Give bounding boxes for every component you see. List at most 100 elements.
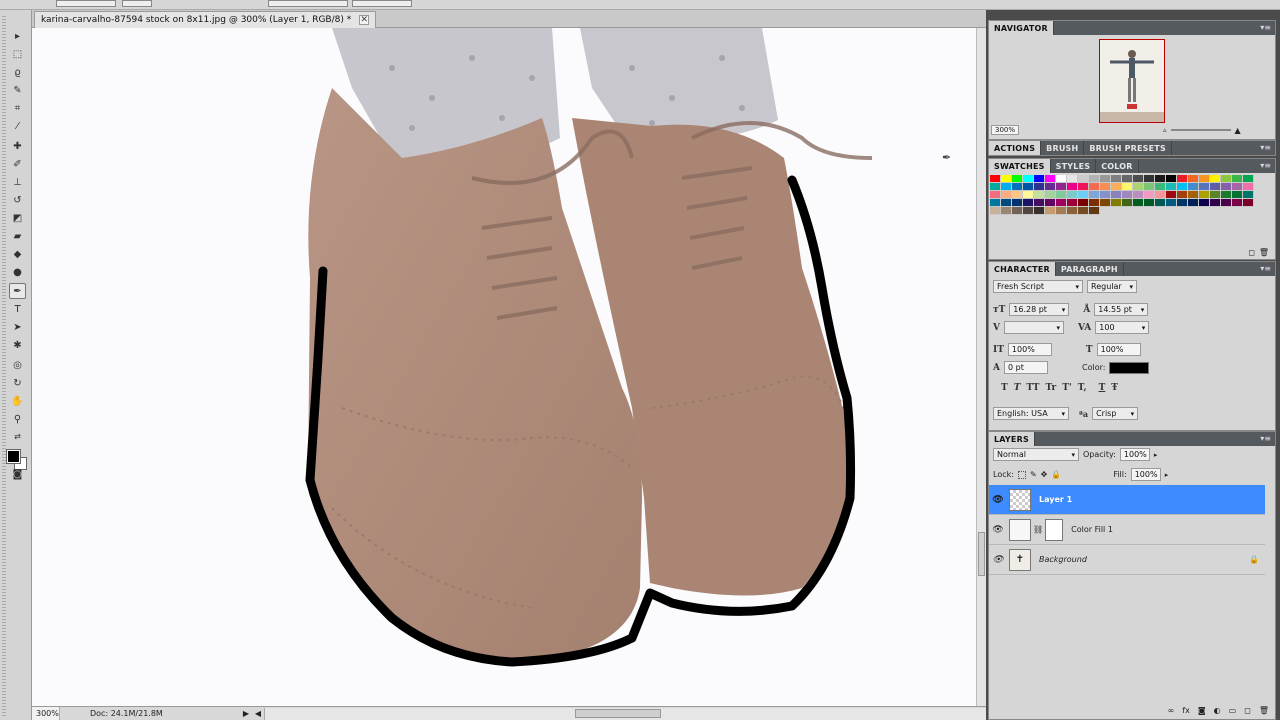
swatch-cell[interactable]	[1188, 175, 1199, 183]
swatch-cell[interactable]	[1045, 175, 1056, 183]
eraser-tool-icon[interactable]: ◩	[9, 210, 26, 226]
tab-paragraph[interactable]: PARAGRAPH	[1056, 262, 1124, 276]
font-family-select[interactable]: Fresh Script ▾	[993, 280, 1083, 293]
dodge-tool-icon[interactable]: ●	[9, 264, 26, 280]
swatch-cell[interactable]	[1056, 207, 1067, 215]
swatch-cell[interactable]	[1122, 191, 1133, 199]
healing-brush-tool-icon[interactable]: ✚	[9, 138, 26, 154]
visibility-eye-icon[interactable]: 👁	[989, 495, 1007, 505]
swatch-cell[interactable]	[1034, 183, 1045, 191]
swatch-cell[interactable]	[1221, 183, 1232, 191]
swatch-cell[interactable]	[990, 191, 1001, 199]
swatch-cell[interactable]	[1144, 191, 1155, 199]
swatch-cell[interactable]	[1133, 183, 1144, 191]
swatch-cell[interactable]	[1023, 207, 1034, 215]
tracking-select[interactable]: 100 ▾	[1095, 321, 1150, 334]
swatch-cell[interactable]	[1100, 191, 1111, 199]
swatch-cell[interactable]	[1012, 199, 1023, 207]
swatch-cell[interactable]	[1232, 175, 1243, 183]
swatch-cell[interactable]	[1177, 191, 1188, 199]
tab-color[interactable]: COLOR	[1096, 159, 1139, 173]
document-canvas[interactable]: ✒	[32, 28, 976, 706]
swatch-cell[interactable]	[1078, 191, 1089, 199]
tab-brush[interactable]: BRUSH	[1041, 141, 1085, 155]
swatch-cell[interactable]	[1221, 191, 1232, 199]
swatch-cell[interactable]	[1177, 183, 1188, 191]
tab-character[interactable]: CHARACTER	[989, 262, 1056, 276]
new-swatch-icon[interactable]: ◻	[1248, 248, 1255, 257]
quick-mask-icon[interactable]: ◙	[9, 466, 26, 482]
antialias-select[interactable]: Crisp ▾	[1092, 407, 1139, 420]
lock-transparency-icon[interactable]	[1017, 470, 1026, 479]
panel-menu-icon[interactable]: ▾≡	[1260, 23, 1271, 32]
faux-bold-button[interactable]: T	[1001, 383, 1008, 393]
swatch-cell[interactable]	[1056, 191, 1067, 199]
swatch-cell[interactable]	[1243, 191, 1254, 199]
swatch-cell[interactable]	[1199, 199, 1210, 207]
swatch-cell[interactable]	[1166, 191, 1177, 199]
adjustment-layer-icon[interactable]: ◐	[1214, 706, 1221, 715]
eyedropper-tool-icon[interactable]: ⁄	[9, 118, 26, 134]
swatch-cell[interactable]	[1144, 175, 1155, 183]
status-menu-arrow-icon[interactable]: ▶	[240, 709, 252, 718]
swatch-cell[interactable]	[1243, 175, 1254, 183]
horizontal-scale-field[interactable]: 100%	[1096, 343, 1141, 356]
hand-tool-icon[interactable]: ✋	[9, 393, 26, 409]
scroll-left-icon[interactable]: ◀	[252, 709, 264, 718]
swatch-cell[interactable]	[1232, 199, 1243, 207]
swatch-cell[interactable]	[1166, 183, 1177, 191]
swatch-cell[interactable]	[1056, 199, 1067, 207]
swatch-cell[interactable]	[1012, 183, 1023, 191]
swatch-cell[interactable]	[1144, 183, 1155, 191]
options-path-ops[interactable]	[352, 0, 412, 7]
swatch-cell[interactable]	[1243, 199, 1254, 207]
all-caps-button[interactable]: TT	[1026, 383, 1039, 393]
shape-tool-icon[interactable]: ✱	[9, 337, 26, 353]
swatch-cell[interactable]	[1067, 207, 1078, 215]
vertical-scale-field[interactable]: 100%	[1007, 343, 1052, 356]
swatch-cell[interactable]	[1232, 183, 1243, 191]
marquee-tool-icon[interactable]: ⬚	[9, 46, 26, 62]
swatch-cell[interactable]	[1067, 183, 1078, 191]
swatch-cell[interactable]	[1188, 183, 1199, 191]
subscript-button[interactable]: T,	[1078, 383, 1087, 393]
options-mode[interactable]	[122, 0, 152, 7]
tab-navigator[interactable]: NAVIGATOR	[989, 21, 1054, 35]
panel-menu-icon[interactable]: ▾≡	[1260, 434, 1271, 443]
gradient-tool-icon[interactable]: ▰	[9, 228, 26, 244]
lock-position-icon[interactable]: ✥	[1041, 470, 1048, 479]
panel-menu-icon[interactable]: ▾≡	[1260, 264, 1271, 273]
swatch-cell[interactable]	[1023, 175, 1034, 183]
pen-tool-icon[interactable]: ✒	[9, 283, 26, 299]
swatch-cell[interactable]	[1100, 183, 1111, 191]
swatch-cell[interactable]	[1023, 191, 1034, 199]
swatch-cell[interactable]	[1045, 191, 1056, 199]
swatch-cell[interactable]	[1078, 183, 1089, 191]
swatch-cell[interactable]	[1177, 175, 1188, 183]
vertical-scrollbar[interactable]	[976, 28, 986, 706]
swatch-cell[interactable]	[1067, 175, 1078, 183]
swatch-cell[interactable]	[1111, 199, 1122, 207]
move-tool-icon[interactable]: ▸	[9, 28, 26, 44]
swatch-cell[interactable]	[1199, 175, 1210, 183]
swatch-cell[interactable]	[1012, 207, 1023, 215]
swatch-cell[interactable]	[1188, 199, 1199, 207]
zoom-tool-icon[interactable]: ⚲	[9, 411, 26, 427]
zoom-in-icon[interactable]: ▲	[1235, 126, 1241, 135]
swatch-cell[interactable]	[1188, 191, 1199, 199]
kerning-select[interactable]: ▾	[1003, 321, 1064, 334]
navigator-zoom-field[interactable]: 300%	[991, 125, 1019, 135]
layer-name[interactable]: Color Fill 1	[1071, 525, 1113, 534]
lock-all-icon[interactable]: 🔒	[1051, 470, 1061, 479]
toolbox-grip[interactable]	[2, 16, 6, 716]
history-brush-tool-icon[interactable]: ↺	[9, 192, 26, 208]
layer-name[interactable]: Layer 1	[1039, 495, 1072, 504]
swatch-cell[interactable]	[1056, 175, 1067, 183]
3d-orbit-tool-icon[interactable]: ↻	[9, 375, 26, 391]
swatch-cell[interactable]	[1089, 191, 1100, 199]
opacity-field[interactable]: 100%	[1119, 448, 1150, 461]
small-caps-button[interactable]: Tr	[1045, 383, 1056, 393]
link-layers-icon[interactable]: ∞	[1168, 706, 1175, 715]
swatch-cell[interactable]	[1155, 183, 1166, 191]
swatch-cell[interactable]	[1144, 199, 1155, 207]
